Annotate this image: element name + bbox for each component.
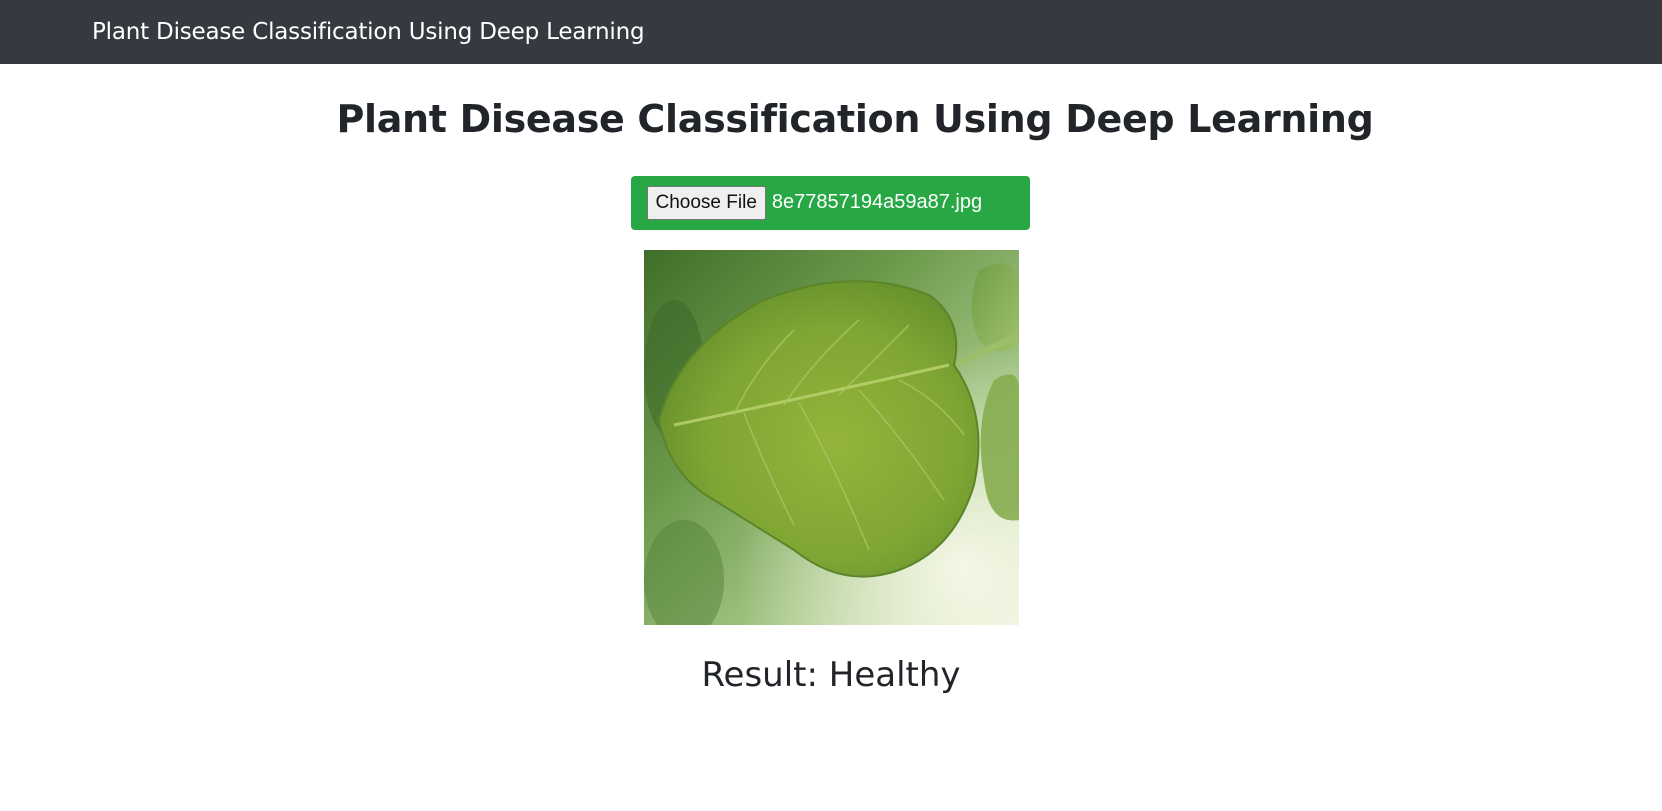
navbar-brand[interactable]: Plant Disease Classification Using Deep …: [92, 19, 645, 45]
main-container: Plant Disease Classification Using Deep …: [0, 64, 1662, 695]
choose-file-button[interactable]: Choose File: [646, 185, 766, 220]
result-value: Healthy: [828, 654, 961, 695]
result-text: Result: Healthy: [701, 655, 960, 695]
navbar: Plant Disease Classification Using Deep …: [0, 0, 1662, 64]
uploaded-leaf-image: [643, 249, 1019, 625]
result-label: Result:: [701, 654, 818, 695]
selected-file-name: 8e77857194a59a87.jpg: [771, 191, 983, 214]
page-title: Plant Disease Classification Using Deep …: [336, 97, 1374, 141]
file-upload-box[interactable]: Choose File 8e77857194a59a87.jpg: [630, 175, 1030, 230]
